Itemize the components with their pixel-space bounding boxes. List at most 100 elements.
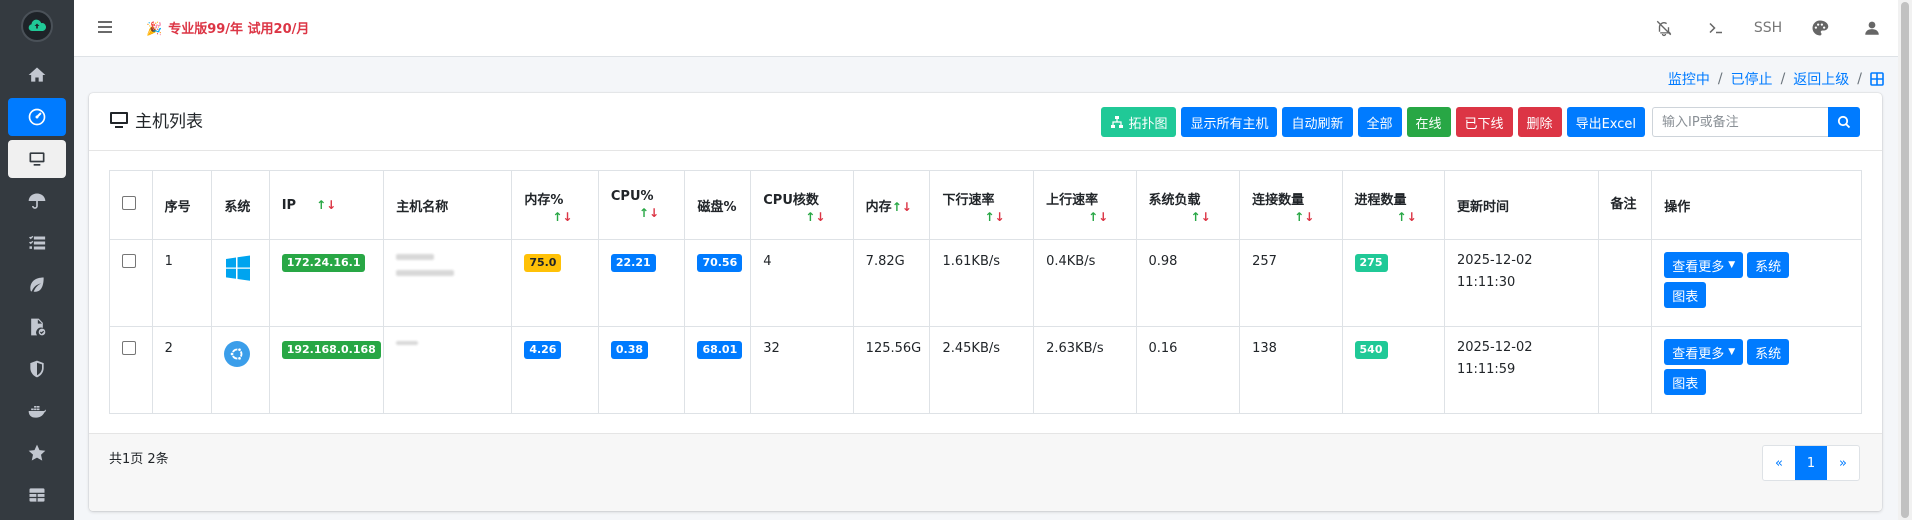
select-all-checkbox[interactable] [122, 196, 136, 210]
leaf-icon[interactable] [8, 266, 66, 304]
sidebar [0, 0, 74, 520]
col-load[interactable]: 系统负载 ↑ ↓ [1135, 170, 1241, 240]
col-note: 备注 [1597, 170, 1653, 240]
table-row: 2 192.168.0.168 4.26 0.38 68.01 32 125.5… [109, 326, 1862, 414]
caret-down-icon: ▼ [1728, 347, 1736, 357]
sort-icon[interactable]: ↑ ↓ [316, 198, 336, 212]
bell-slash-icon[interactable] [1638, 14, 1690, 42]
cell-hostname [383, 239, 513, 327]
filter-online-button[interactable]: 在线 [1406, 107, 1451, 137]
filter-all-button[interactable]: 全部 [1357, 107, 1402, 137]
star-icon[interactable] [8, 434, 66, 472]
view-more-dropdown[interactable]: 查看更多 ▼ [1664, 252, 1744, 278]
row-checkbox[interactable] [122, 341, 136, 355]
chart-button[interactable]: 图表 [1664, 282, 1707, 308]
terminal-icon[interactable] [1690, 14, 1742, 42]
col-connections[interactable]: 连接数量 ↑ ↓ [1239, 170, 1343, 240]
cell-cpu-pct: 0.38 [597, 326, 686, 414]
cloud-logo-icon[interactable] [21, 10, 53, 42]
mem-badge: 4.26 [524, 341, 562, 359]
desktop-icon[interactable] [8, 140, 66, 178]
system-button[interactable]: 系统 [1747, 339, 1790, 365]
docker-icon[interactable] [8, 392, 66, 430]
hostname-redacted [396, 270, 455, 276]
breadcrumb-monitoring[interactable]: 监控中 [1668, 69, 1710, 89]
export-excel-button[interactable]: 导出Excel [1566, 107, 1645, 137]
file-check-icon[interactable] [8, 308, 66, 346]
system-button[interactable]: 系统 [1747, 252, 1790, 278]
cell-load: 0.98 [1135, 239, 1241, 327]
umbrella-icon[interactable] [8, 182, 66, 220]
breadcrumb-back[interactable]: 返回上级 [1793, 69, 1849, 89]
sort-icon[interactable]: ↑ ↓ [639, 206, 659, 220]
breadcrumb-separator: / [1717, 71, 1723, 87]
top-right-tools: SSH [1638, 14, 1898, 42]
ssh-button[interactable]: SSH [1742, 14, 1794, 42]
cell-memory: 7.82G [852, 239, 931, 327]
col-cpu-cores[interactable]: CPU核数 ↑ ↓ [750, 170, 854, 240]
col-up-speed[interactable]: 上行速率 ↑ ↓ [1033, 170, 1137, 240]
search-input[interactable] [1652, 107, 1828, 137]
cell-os [211, 239, 270, 327]
col-mem-pct[interactable]: 内存% ↑ ↓ [511, 170, 599, 240]
table-icon[interactable] [8, 476, 66, 514]
menu-toggle-icon[interactable] [96, 18, 114, 36]
vertical-scrollbar[interactable] [1898, 0, 1912, 520]
show-all-hosts-button[interactable]: 显示所有主机 [1181, 107, 1278, 137]
hostname-redacted [396, 254, 435, 260]
process-badge: 540 [1354, 341, 1388, 359]
sort-icon[interactable]: ↑ ↓ [1088, 210, 1108, 224]
user-icon[interactable] [1846, 14, 1898, 42]
col-memory[interactable]: 内存 ↑ ↓ [852, 170, 931, 240]
cell-ip: 172.24.16.1 [268, 239, 385, 327]
home-icon[interactable] [8, 56, 66, 94]
sort-icon[interactable]: ↑ ↓ [892, 200, 912, 214]
sort-icon[interactable]: ↑ ↓ [984, 210, 1004, 224]
col-disk-pct[interactable]: 磁盘% [684, 170, 752, 240]
host-table: 序号 系统 IP ↑ ↓ 主机名称 内存% ↑ ↓ CPU% ↑ ↓ 磁盘% CPU核数 ↑ ↓… [109, 170, 1862, 414]
sort-icon[interactable]: ↑ ↓ [1397, 210, 1417, 224]
search-group [1652, 107, 1860, 137]
col-down-speed[interactable]: 下行速率 ↑ ↓ [929, 170, 1035, 240]
col-cpu-pct[interactable]: CPU% ↑ ↓ [597, 170, 686, 240]
cell-disk-pct: 68.01 [684, 326, 752, 414]
delete-button[interactable]: 删除 [1517, 107, 1562, 137]
filter-offline-button[interactable]: 已下线 [1455, 107, 1513, 137]
ip-badge[interactable]: 192.168.0.168 [281, 341, 381, 359]
dashboard-icon[interactable] [8, 98, 66, 136]
card-title-text: 主机列表 [135, 112, 203, 132]
topology-button[interactable]: 拓扑图 [1101, 107, 1177, 137]
search-button[interactable] [1828, 107, 1860, 137]
pager-page-1[interactable]: 1 [1795, 446, 1827, 480]
cell-mem-pct: 75.0 [511, 239, 599, 327]
cell-updated: 2025-12-02 11:11:30 [1443, 239, 1599, 327]
view-more-dropdown[interactable]: 查看更多 ▼ [1664, 339, 1744, 365]
cell-note [1597, 326, 1653, 414]
sort-icon[interactable]: ↑ ↓ [805, 210, 825, 224]
palette-icon[interactable] [1794, 14, 1846, 42]
sort-icon[interactable]: ↑ ↓ [1294, 210, 1314, 224]
pager-next[interactable]: » [1827, 446, 1859, 480]
pager-prev[interactable]: « [1763, 446, 1795, 480]
sort-icon[interactable]: ↑ ↓ [1191, 210, 1211, 224]
chart-button[interactable]: 图表 [1664, 369, 1707, 395]
row-actions: 查看更多 ▼ 系统 图表 [1664, 252, 1814, 308]
top-navbar: 🎉 专业版99/年 试用20/月 SSH [74, 0, 1898, 57]
breadcrumb-stopped[interactable]: 已停止 [1731, 69, 1773, 89]
cell-disk-pct: 70.56 [684, 239, 752, 327]
task-list-icon[interactable] [8, 224, 66, 262]
cell-processes: 275 [1341, 239, 1445, 327]
shield-icon[interactable] [8, 350, 66, 388]
row-checkbox-cell [109, 239, 153, 327]
promo-banner[interactable]: 🎉 专业版99/年 试用20/月 [146, 18, 309, 37]
auto-refresh-button[interactable]: 自动刷新 [1282, 107, 1353, 137]
col-actions: 操作 [1651, 170, 1862, 240]
row-checkbox[interactable] [122, 254, 136, 268]
col-processes[interactable]: 进程数量 ↑ ↓ [1341, 170, 1445, 240]
ip-badge[interactable]: 172.24.16.1 [281, 254, 366, 272]
row-actions: 查看更多 ▼ 系统 图表 [1664, 339, 1814, 395]
sort-icon[interactable]: ↑ ↓ [552, 210, 572, 224]
grid-view-icon[interactable] [1870, 72, 1884, 86]
col-ip[interactable]: IP ↑ ↓ [268, 170, 385, 240]
cell-memory: 125.56G [852, 326, 931, 414]
